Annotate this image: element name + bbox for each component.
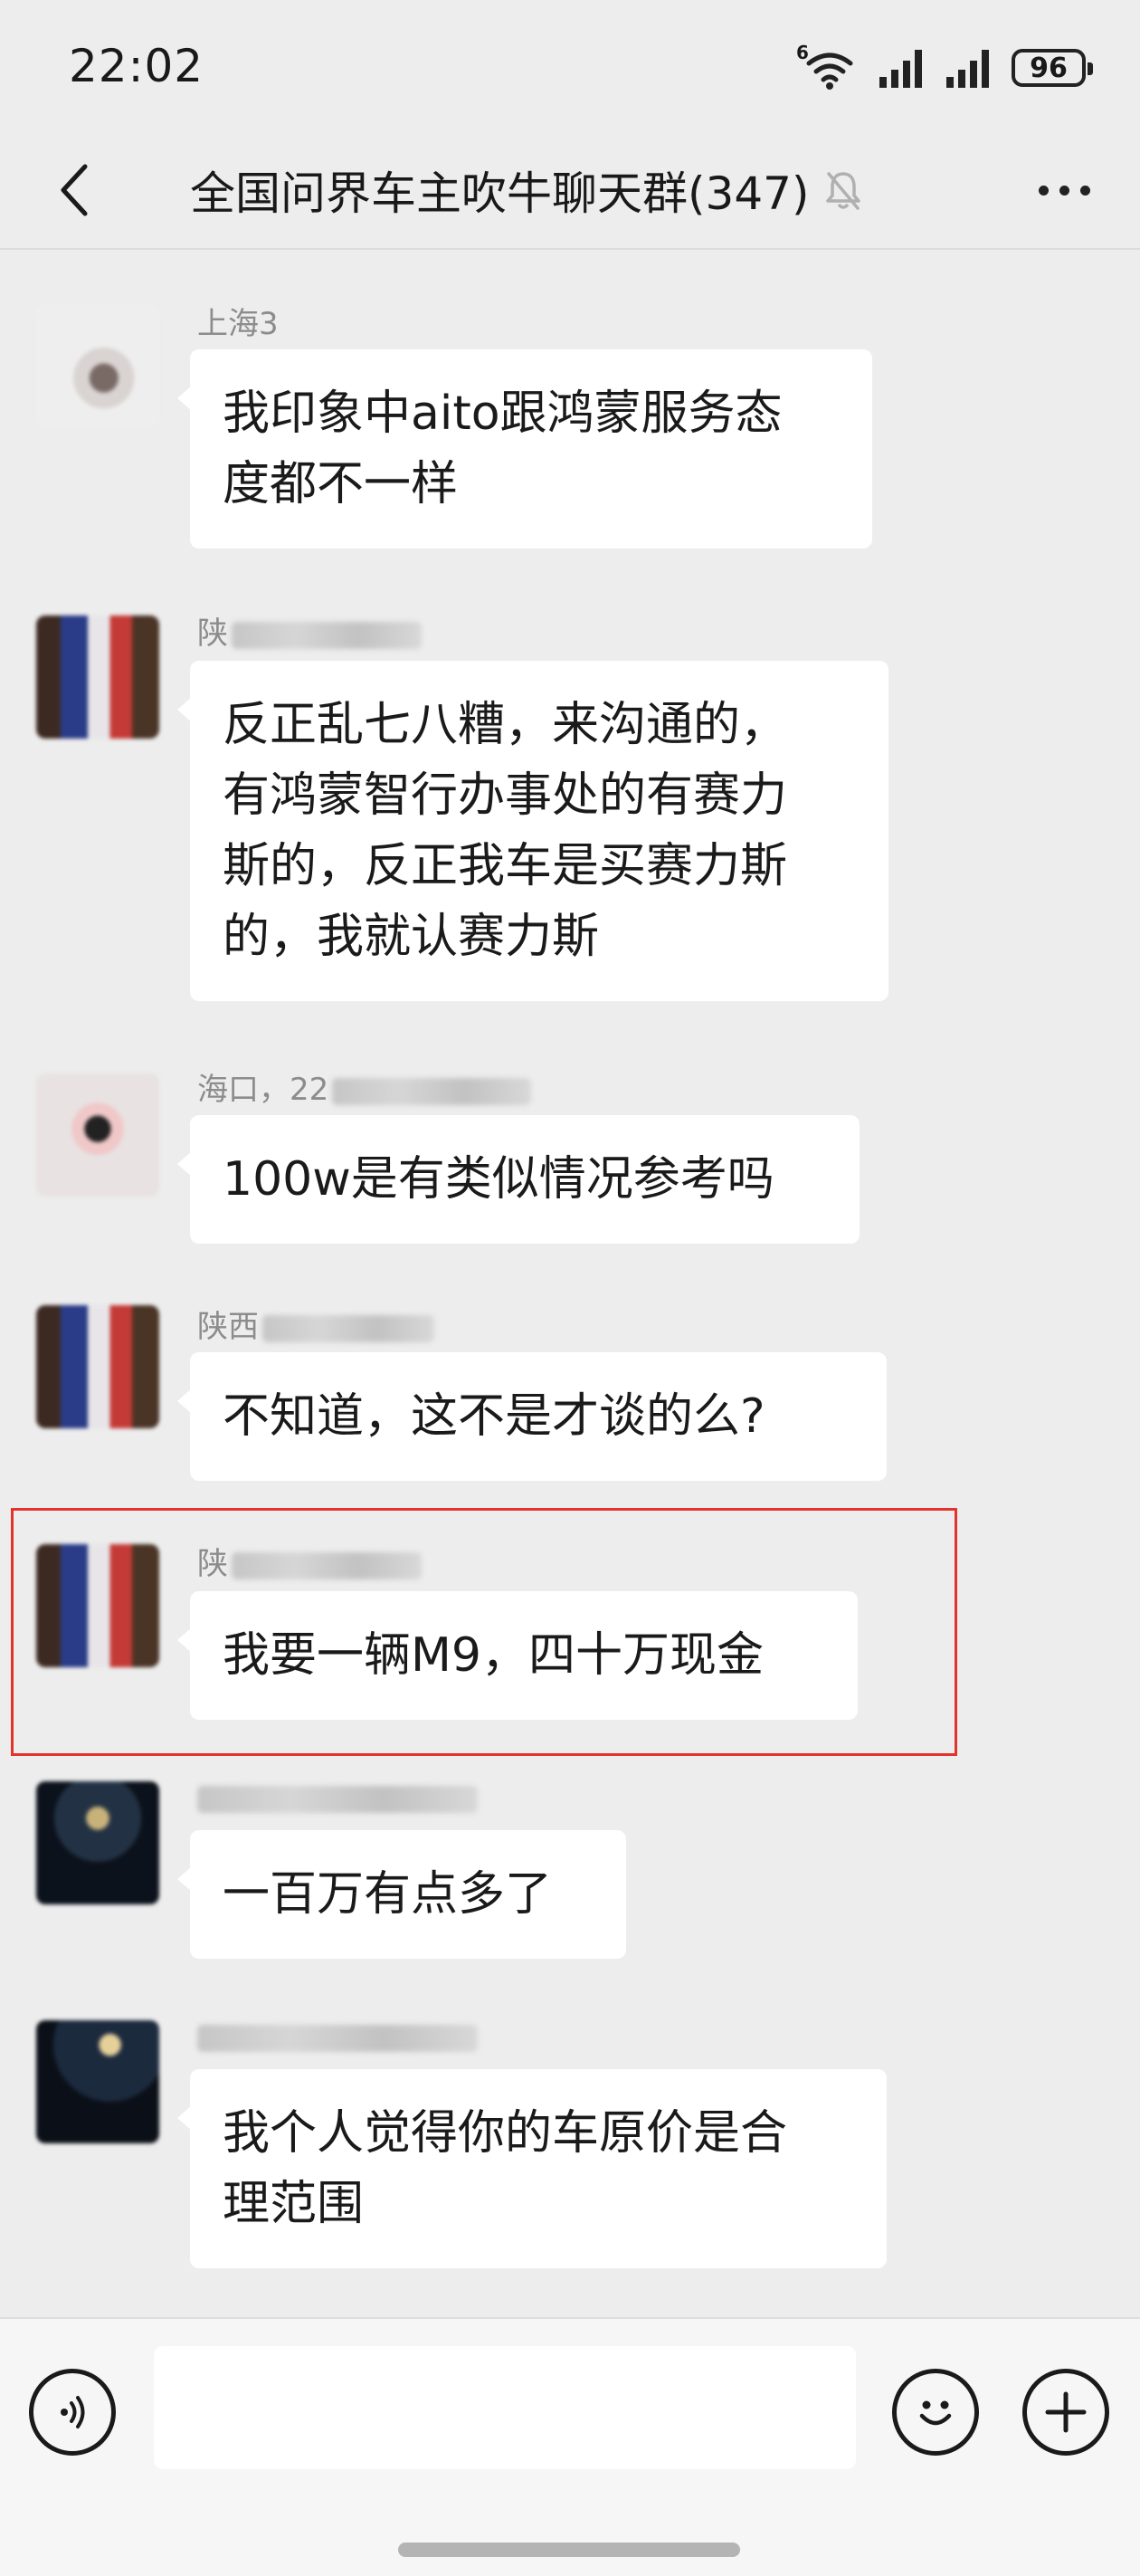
avatar[interactable] [36,1305,159,1428]
message-bubble[interactable]: 不知道，这不是才谈的么? [177,1352,887,1481]
wifi-icon: 6 [796,42,858,91]
avatar[interactable] [36,304,159,427]
more-icon[interactable] [1031,163,1097,217]
battery-icon: 96 [1012,49,1093,87]
sender-name: 陕 [197,615,228,652]
sender-name: 陕西 [197,1309,259,1345]
message-bubble[interactable]: 反正乱七八糟，来沟通的， 有鸿蒙智行办事处的有赛力 斯的，反正我车是买赛力斯 的… [177,661,888,1001]
message-input[interactable] [154,2346,856,2469]
message-bubble[interactable]: 一百万有点多了 [177,1830,626,1959]
message-bubble[interactable]: 我印象中aito跟鸿蒙服务态 度都不一样 [177,349,872,549]
sender-name: 海口，22 [197,1072,329,1108]
avatar[interactable] [36,2020,159,2143]
status-bar: 22:02 6 96 [0,0,1140,136]
home-indicator[interactable] [398,2543,740,2557]
message-bubble[interactable]: 100w是有类似情况参考吗 [177,1115,860,1244]
plus-icon[interactable] [1022,2369,1109,2456]
battery-level: 96 [1030,52,1068,84]
wifi-label: 6 [796,42,809,63]
avatar[interactable] [36,1073,159,1197]
avatar[interactable] [36,1781,159,1904]
avatar[interactable] [36,615,159,739]
header-divider [0,248,1140,250]
message-bubble[interactable]: 我个人觉得你的车原价是合 理范围 [177,2069,887,2268]
mute-bell-icon [823,168,863,212]
signal-icon [878,48,925,88]
emoji-icon[interactable] [892,2369,979,2456]
sender-name: 上海3 [197,306,279,342]
signal-icon [945,48,992,88]
chat-title-container: 全国问界车主吹牛聊天群(347) [190,156,863,224]
status-time: 22:02 [69,40,204,92]
chat-header: 全国问界车主吹牛聊天群(347) [0,136,1140,244]
chat-title: 全国问界车主吹牛聊天群(347) [190,167,810,220]
highlight-annotation-box [11,1508,957,1756]
back-icon[interactable] [47,156,101,224]
input-bar [0,2317,1140,2576]
voice-icon[interactable] [29,2369,116,2456]
